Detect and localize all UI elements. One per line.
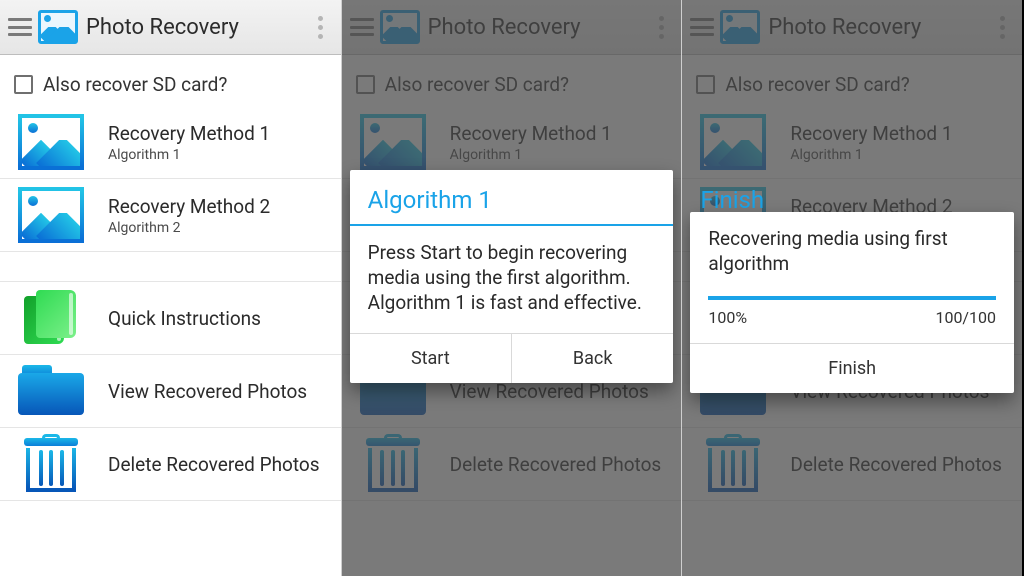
dialog-buttons: Finish: [690, 343, 1014, 393]
dialog-title-ghost: Finish: [700, 186, 764, 214]
dialog-body: Press Start to begin recovering media us…: [350, 226, 674, 333]
recovery-method-1[interactable]: Recovery Method 1 Algorithm 1: [0, 106, 341, 179]
folder-icon: [18, 363, 84, 419]
dialog-body: Recovering media using first algorithm: [690, 212, 1014, 276]
algorithm-dialog: Algorithm 1 Press Start to begin recover…: [350, 170, 674, 383]
trash-icon: [18, 436, 84, 492]
item-label: Delete Recovered Photos: [108, 453, 320, 476]
item-label: Quick Instructions: [108, 307, 261, 330]
dialog-title: Algorithm 1: [350, 170, 674, 224]
delete-recovered-photos[interactable]: Delete Recovered Photos: [0, 428, 341, 501]
photo-icon: [18, 114, 84, 170]
method-title: Recovery Method 2: [108, 195, 270, 218]
app-title: Photo Recovery: [86, 15, 239, 40]
dialog-buttons: Start Back: [350, 333, 674, 383]
progress-section: 100% 100/100: [690, 296, 1014, 343]
progress-fill: [708, 296, 996, 300]
overflow-menu-icon[interactable]: [309, 16, 333, 39]
recovery-method-2[interactable]: Recovery Method 2 Algorithm 2: [0, 179, 341, 252]
method-subtitle: Algorithm 2: [108, 220, 270, 236]
sd-card-checkbox[interactable]: [14, 75, 33, 94]
screen-dialog-progress: Photo Recovery Also recover SD card? Rec…: [681, 0, 1022, 576]
menu-icon[interactable]: [8, 18, 32, 36]
photo-icon: [18, 187, 84, 243]
progress-bar: [708, 296, 996, 300]
book-icon: [18, 290, 84, 346]
sd-card-row[interactable]: Also recover SD card?: [0, 55, 341, 106]
view-recovered-photos[interactable]: View Recovered Photos: [0, 355, 341, 428]
progress-count: 100/100: [935, 308, 996, 327]
finish-button[interactable]: Finish: [690, 344, 1014, 393]
progress-dialog: Recovering media using first algorithm 1…: [690, 212, 1014, 393]
screen-main: Photo Recovery Also recover SD card? Rec…: [0, 0, 341, 576]
app-icon: [38, 10, 78, 44]
section-divider: [0, 252, 341, 282]
start-button[interactable]: Start: [350, 334, 511, 383]
action-bar: Photo Recovery: [0, 0, 341, 55]
content: Also recover SD card? Recovery Method 1 …: [0, 55, 341, 576]
method-subtitle: Algorithm 1: [108, 147, 270, 163]
quick-instructions[interactable]: Quick Instructions: [0, 282, 341, 355]
sd-card-label: Also recover SD card?: [43, 73, 227, 96]
screen-dialog-start: Photo Recovery Also recover SD card? Rec…: [341, 0, 682, 576]
item-label: View Recovered Photos: [108, 380, 307, 403]
method-title: Recovery Method 1: [108, 122, 270, 145]
back-button[interactable]: Back: [511, 334, 673, 383]
progress-percent: 100%: [708, 308, 747, 327]
